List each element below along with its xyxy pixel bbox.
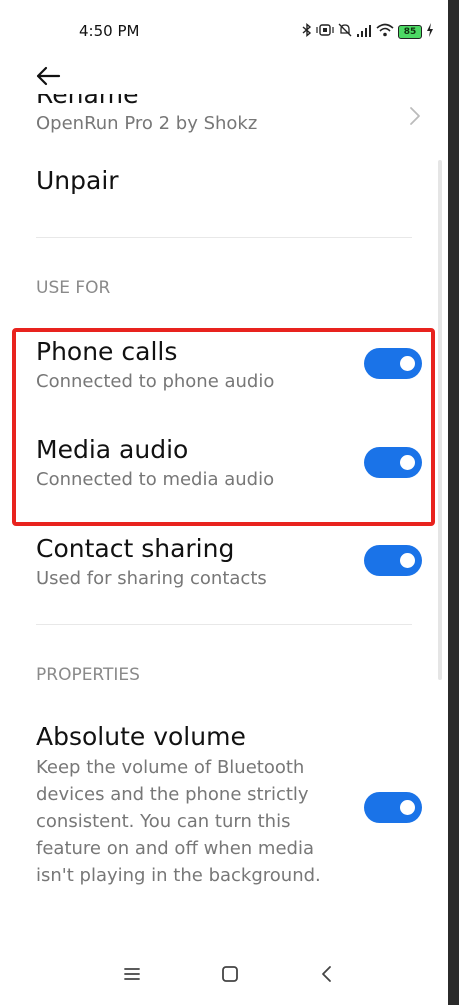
nav-back-button[interactable] [307, 954, 347, 994]
contact-sharing-toggle[interactable] [364, 545, 422, 576]
phone-calls-toggle[interactable] [364, 348, 422, 379]
device-name: OpenRun Pro 2 by Shokz [36, 113, 258, 134]
rename-row[interactable]: Rename OpenRun Pro 2 by Shokz [0, 94, 448, 138]
back-button[interactable] [34, 62, 66, 90]
media-audio-subtitle: Connected to media audio [36, 469, 275, 490]
divider [36, 624, 412, 625]
charging-icon [426, 23, 434, 41]
phone-calls-subtitle: Connected to phone audio [36, 371, 275, 392]
signal-icon [356, 24, 372, 41]
use-for-header: USE FOR [36, 278, 111, 298]
home-button[interactable] [210, 954, 250, 994]
back-arrow-icon [36, 66, 61, 86]
absolute-volume-toggle[interactable] [364, 792, 422, 823]
toggle-knob [400, 356, 415, 371]
navigation-bar [0, 944, 448, 1005]
properties-header: PROPERTIES [36, 665, 140, 685]
media-audio-title: Media audio [36, 435, 189, 464]
absolute-volume-title: Absolute volume [36, 722, 246, 751]
contact-sharing-subtitle: Used for sharing contacts [36, 568, 267, 589]
chevron-right-icon [410, 107, 420, 125]
scrollbar[interactable] [438, 160, 442, 680]
divider [36, 237, 412, 238]
status-icons: 85 [302, 22, 434, 42]
bluetooth-icon [302, 23, 312, 41]
recent-apps-button[interactable] [112, 954, 152, 994]
contact-sharing-row[interactable]: Contact sharing Used for sharing contact… [0, 534, 448, 594]
settings-list[interactable]: Rename OpenRun Pro 2 by Shokz Unpair USE… [0, 94, 448, 944]
mute-bell-icon [338, 23, 352, 41]
menu-icon [124, 968, 140, 980]
wifi-icon [376, 23, 394, 41]
media-audio-toggle[interactable] [364, 447, 422, 478]
rename-label: Rename [36, 94, 139, 109]
vibrate-icon [316, 23, 334, 41]
absolute-volume-subtitle: Keep the volume of Bluetooth devices and… [36, 757, 321, 886]
battery-icon: 85 [398, 25, 422, 39]
toggle-knob [400, 553, 415, 568]
home-icon [222, 966, 238, 982]
phone-calls-title: Phone calls [36, 337, 178, 366]
screen: 4:50 PM 85 Rename OpenRun Pro 2 by Shokz… [0, 0, 448, 1005]
unpair-label: Unpair [36, 166, 119, 195]
nav-back-icon [322, 966, 331, 982]
absolute-volume-row[interactable]: Absolute volume Keep the volume of Bluet… [0, 722, 448, 886]
status-bar: 4:50 PM 85 [0, 0, 448, 62]
status-time: 4:50 PM [79, 22, 140, 40]
toggle-knob [400, 800, 415, 815]
phone-calls-row[interactable]: Phone calls Connected to phone audio [0, 337, 448, 397]
unpair-row[interactable]: Unpair [0, 138, 448, 224]
toggle-knob [400, 455, 415, 470]
contact-sharing-title: Contact sharing [36, 534, 235, 563]
media-audio-row[interactable]: Media audio Connected to media audio [0, 435, 448, 495]
